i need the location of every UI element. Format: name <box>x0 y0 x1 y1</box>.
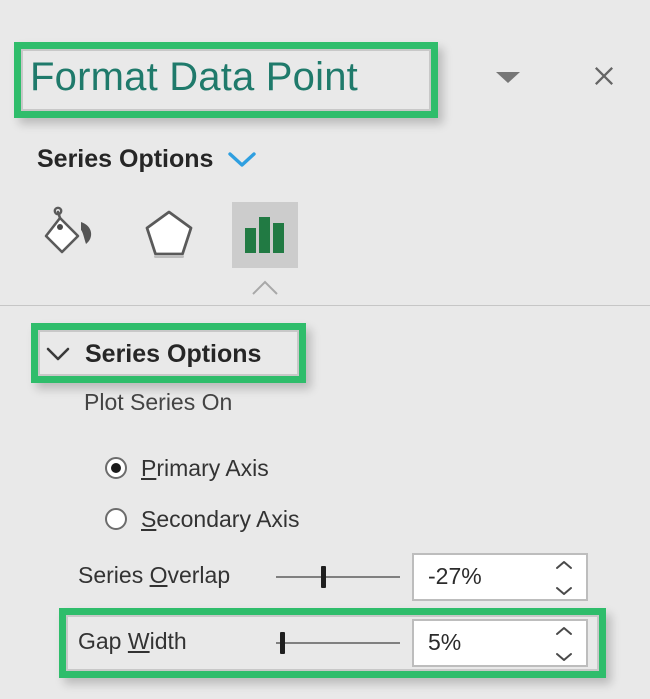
tab-fill-and-line[interactable] <box>38 202 104 268</box>
series-options-section-header[interactable]: Series Options <box>45 337 261 371</box>
chevron-down-icon <box>556 653 572 661</box>
triangle-down-icon <box>496 72 520 83</box>
series-options-picker[interactable]: Series Options <box>37 144 257 174</box>
series-overlap-row: Series Overlap -27% <box>0 552 650 604</box>
format-data-point-pane: Format Data Point Series Options Series … <box>0 0 650 699</box>
series-overlap-value: -27% <box>428 563 482 589</box>
spinner-buttons <box>552 625 576 663</box>
section-divider <box>0 305 650 306</box>
spinner-down-button[interactable] <box>554 585 574 597</box>
radio-primary-axis[interactable]: Primary Axis <box>105 452 269 484</box>
chevron-up-icon <box>252 280 278 295</box>
chevron-up-icon <box>556 561 572 569</box>
chevron-up-icon <box>556 627 572 635</box>
series-options-section-label: Series Options <box>85 339 262 368</box>
radio-secondary-axis[interactable]: Secondary Axis <box>105 503 300 535</box>
spinner-up-button[interactable] <box>554 625 574 637</box>
chevron-down-icon <box>45 344 71 364</box>
gap-width-spinner[interactable]: 5% <box>412 619 588 667</box>
spinner-up-button[interactable] <box>554 559 574 571</box>
close-button[interactable] <box>588 60 620 92</box>
chevron-down-icon <box>556 587 572 595</box>
series-overlap-spinner[interactable]: -27% <box>412 553 588 601</box>
slider-thumb[interactable] <box>321 566 326 588</box>
bar-chart-icon <box>245 217 284 253</box>
plot-series-on-label: Plot Series On <box>84 389 233 415</box>
format-category-tabs <box>0 198 650 278</box>
chevron-down-icon <box>227 149 257 169</box>
selected-tab-caret <box>249 278 281 296</box>
slider-track <box>276 576 400 578</box>
spinner-buttons <box>552 559 576 597</box>
close-icon <box>595 67 613 85</box>
series-options-picker-label: Series Options <box>37 144 214 173</box>
radio-indicator-selected <box>105 457 127 479</box>
series-overlap-slider[interactable] <box>276 552 400 602</box>
paint-bucket-icon <box>44 206 92 254</box>
pentagon-icon <box>145 210 193 258</box>
radio-secondary-axis-label: Secondary Axis <box>141 505 300 532</box>
slider-track <box>276 642 400 644</box>
gap-width-row: Gap Width 5% <box>0 618 650 670</box>
gap-width-label: Gap Width <box>78 628 187 654</box>
pane-options-dropdown-button[interactable] <box>494 66 524 88</box>
radio-indicator-unselected <box>105 508 127 530</box>
radio-primary-axis-label: Primary Axis <box>141 454 269 481</box>
spinner-down-button[interactable] <box>554 651 574 663</box>
slider-thumb[interactable] <box>280 632 285 654</box>
pane-titlebar: Format Data Point <box>0 0 650 132</box>
tab-effects[interactable] <box>136 202 202 268</box>
page-title: Format Data Point <box>30 55 358 99</box>
series-overlap-label: Series Overlap <box>78 562 231 588</box>
gap-width-value: 5% <box>428 629 462 655</box>
gap-width-slider[interactable] <box>276 618 400 668</box>
tab-series-options[interactable] <box>232 202 298 268</box>
